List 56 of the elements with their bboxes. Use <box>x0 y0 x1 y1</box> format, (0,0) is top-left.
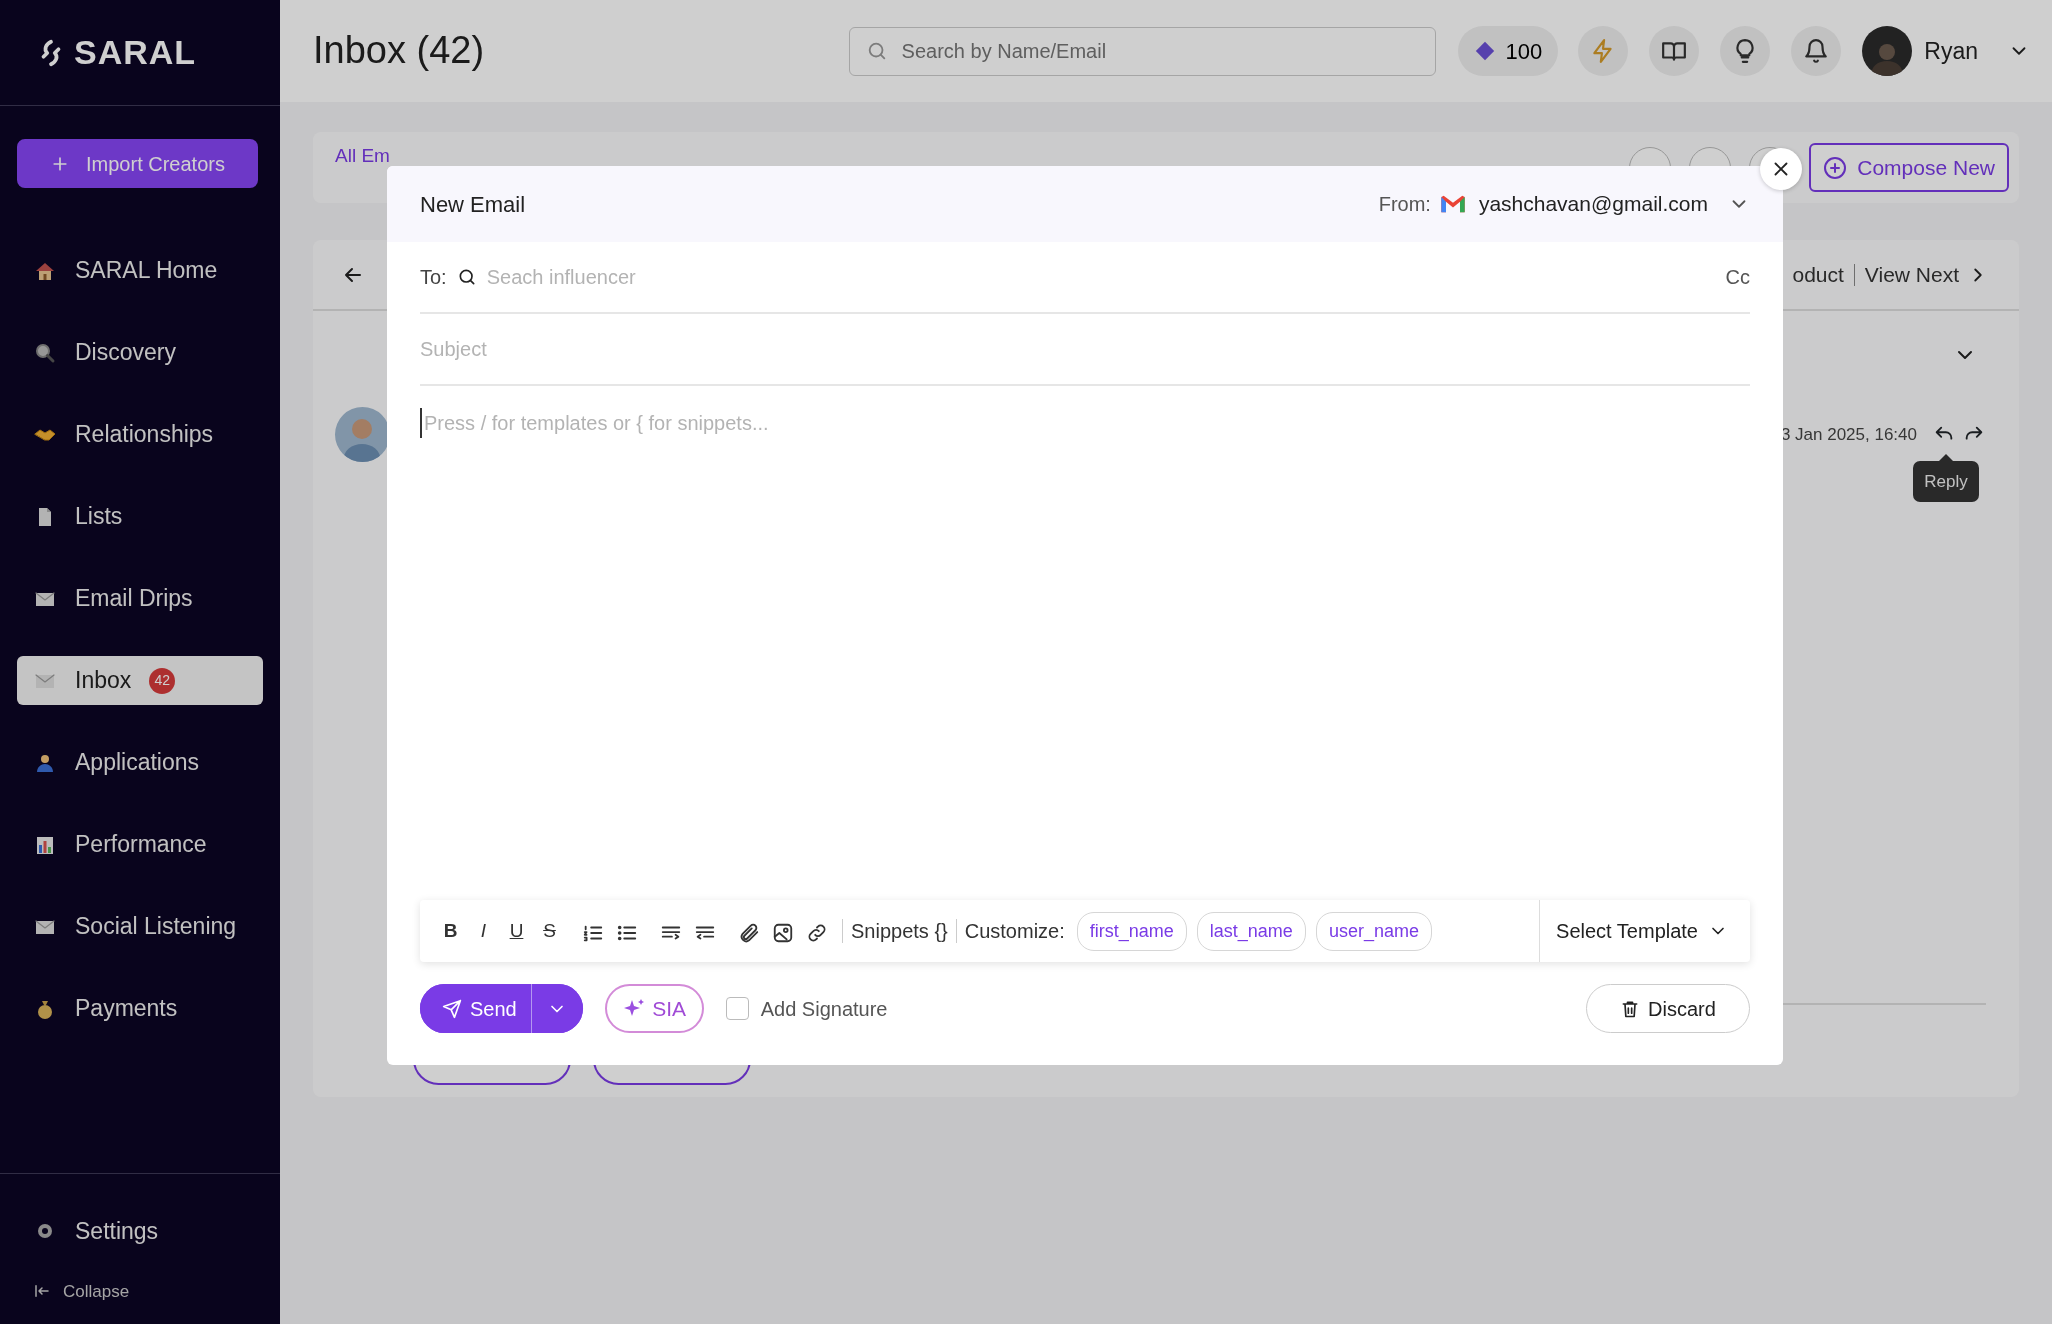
discard-button[interactable]: Discard <box>1586 984 1750 1033</box>
tips-button[interactable] <box>1720 26 1771 76</box>
brand-name: SARAL <box>74 32 197 73</box>
signature-label: Add Signature <box>760 996 888 1022</box>
sidebar-item[interactable]: SARAL Home <box>17 246 263 295</box>
compose-new-button[interactable]: Compose New <box>1809 143 2009 192</box>
sender-avatar <box>335 407 390 462</box>
filter-tab[interactable]: All Em <box>335 145 390 166</box>
sidebar-item[interactable]: Inbox 42 <box>17 656 263 705</box>
notifications-button[interactable] <box>1791 26 1842 76</box>
format-button[interactable]: B <box>434 916 467 946</box>
diamond-icon <box>1473 40 1496 62</box>
sidebar-item[interactable]: Performance <box>17 820 263 869</box>
format-button[interactable]: I <box>467 916 500 946</box>
to-label: To: <box>420 265 447 290</box>
collapse-link[interactable]: Collapse <box>0 1278 280 1304</box>
bell-icon <box>1803 38 1830 64</box>
placeholder-token[interactable]: last_name <box>1196 911 1306 951</box>
sidebar-item[interactable]: Payments <box>17 984 263 1033</box>
signature-checkbox[interactable] <box>725 997 749 1020</box>
sidebar-item[interactable]: Lists <box>17 492 263 541</box>
sidebar-item[interactable]: Social Listening <box>17 902 263 951</box>
previous-link[interactable]: oduct <box>1792 258 1844 291</box>
send-options-button[interactable] <box>530 984 583 1033</box>
search-field[interactable]: Search by Name/Email <box>848 26 1436 76</box>
view-next-link[interactable]: View Next <box>1864 258 1959 291</box>
sidebar-item[interactable]: Email Drips <box>17 574 263 623</box>
cc-link[interactable]: Cc <box>1725 262 1750 292</box>
credits-button[interactable]: 100 <box>1457 26 1559 76</box>
sender-email[interactable]: yashchavan@gmail.com <box>1478 188 1708 220</box>
sidebar-item[interactable]: Discovery <box>17 328 263 377</box>
from-label: From: <box>1378 192 1431 217</box>
reply-tooltip: Reply <box>1913 454 1979 502</box>
user-avatar[interactable] <box>1862 26 1913 76</box>
image-icon <box>772 921 794 944</box>
customize-label: Customize: <box>964 919 1065 944</box>
sia-button[interactable]: SIA <box>604 984 704 1033</box>
settings-link[interactable]: Settings <box>17 1214 263 1249</box>
sidebar-item[interactable]: Applications <box>17 738 263 787</box>
plus-circle-icon <box>1823 155 1848 180</box>
dialog-title: New Email <box>420 190 526 219</box>
format-button[interactable]: S <box>533 916 566 946</box>
placeholder-token[interactable]: first_name <box>1076 911 1187 951</box>
sidebar-item[interactable]: Relationships <box>17 410 263 459</box>
placeholder-token[interactable]: user_name <box>1315 911 1432 951</box>
paperclip-icon <box>738 921 760 944</box>
guide-button[interactable] <box>1649 26 1700 76</box>
import-creators-button[interactable]: Import Creators <box>17 139 258 188</box>
count-badge: 42 <box>149 667 176 694</box>
page-title: Inbox (42) <box>313 28 485 74</box>
search-input[interactable]: Search by Name/Email <box>899 35 1419 67</box>
user-name[interactable]: Ryan <box>1924 33 1978 69</box>
format-button[interactable]: U <box>500 916 533 946</box>
select-template-dropdown[interactable]: Select Template <box>1539 900 1750 962</box>
snippets-button[interactable]: Snippets {} <box>851 916 948 946</box>
send-icon <box>442 998 462 1019</box>
